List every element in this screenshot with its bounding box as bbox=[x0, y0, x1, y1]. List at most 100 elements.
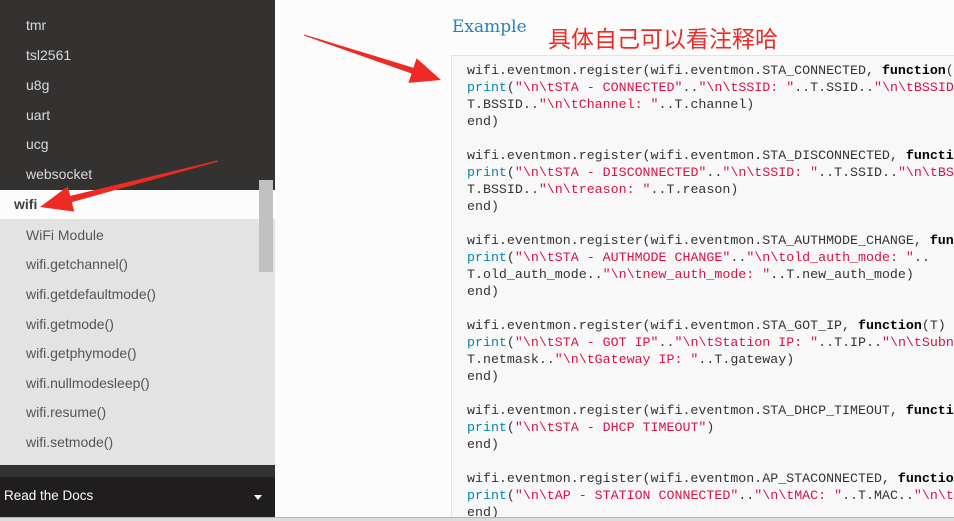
code-text: ( bbox=[506, 488, 515, 503]
code-string: "\n\tBS bbox=[897, 165, 954, 180]
code-text: .. bbox=[730, 250, 747, 265]
code-text: wifi.eventmon.register(wifi.eventmon.STA… bbox=[467, 403, 906, 418]
code-string: "\n\tSTA - GOT IP" bbox=[514, 335, 659, 350]
code-text: wifi.eventmon.register(wifi.eventmon.STA… bbox=[467, 148, 906, 163]
code-string: "\n\tSTA - AUTHMODE CHANGE" bbox=[514, 250, 731, 265]
code-text: ( bbox=[506, 335, 515, 350]
nav-menu: tm1829 tmr tsl2561 u8g uart ucg websocke… bbox=[0, 0, 275, 465]
code-text: wifi.eventmon.register(wifi.eventmon.STA… bbox=[467, 233, 930, 248]
sidebar: tm1829 tmr tsl2561 u8g uart ucg websocke… bbox=[0, 0, 275, 517]
code-text: ( bbox=[506, 80, 515, 95]
code-string: "\n\t bbox=[913, 488, 954, 503]
code-text: ..T.channel) bbox=[658, 97, 755, 112]
submenu-item-resume[interactable]: wifi.resume() bbox=[0, 398, 275, 428]
code-line: print("\n\tSTA - CONNECTED".."\n\tSSID: … bbox=[467, 79, 954, 96]
code-line: wifi.eventmon.register(wifi.eventmon.STA… bbox=[467, 147, 954, 164]
code-line: T.BSSID.."\n\treason: "..T.reason) bbox=[467, 181, 954, 198]
code-line: end) bbox=[467, 283, 954, 300]
code-line: print("\n\tSTA - GOT IP".."\n\tStation I… bbox=[467, 334, 954, 351]
code-text: wifi.eventmon.register(wifi.eventmon.STA… bbox=[467, 318, 858, 333]
code-keyword: functi bbox=[905, 403, 954, 418]
code-text: ..T.MAC.. bbox=[842, 488, 914, 503]
sidebar-item-tmr[interactable]: tmr bbox=[0, 11, 275, 41]
code-line: end) bbox=[467, 368, 954, 385]
code-text: end) bbox=[467, 437, 499, 452]
versions-label: Read the Docs bbox=[4, 488, 94, 503]
code-line: print("\n\tSTA - AUTHMODE CHANGE".."\n\t… bbox=[467, 249, 954, 266]
code-string: "\n\tGateway IP: " bbox=[554, 352, 699, 367]
code-line: end) bbox=[467, 113, 954, 130]
code-line: wifi.eventmon.register(wifi.eventmon.STA… bbox=[467, 232, 954, 249]
code-keyword: function bbox=[881, 63, 946, 78]
wifi-submenu: WiFi Module wifi.getchannel() wifi.getde… bbox=[0, 218, 275, 465]
code-string: "\n\tSubn bbox=[881, 335, 954, 350]
caret-down-icon bbox=[254, 495, 262, 500]
code-string: "\n\tSSID: " bbox=[698, 80, 795, 95]
code-builtin: print bbox=[467, 250, 507, 265]
code-string: "\n\tSTA - DISCONNECTED" bbox=[514, 165, 707, 180]
sidebar-item-ucg[interactable]: ucg bbox=[0, 130, 275, 160]
code-line: print("\n\tAP - STATION CONNECTED".."\n\… bbox=[467, 487, 954, 504]
sidebar-item-wifi-current[interactable]: wifi bbox=[0, 189, 275, 219]
submenu-item-setmode[interactable]: wifi.setmode() bbox=[0, 428, 275, 458]
code-text: ..T.new_auth_mode) bbox=[770, 267, 914, 282]
code-text: .. bbox=[913, 250, 930, 265]
section-heading-example: Example bbox=[452, 17, 527, 37]
versions-bar[interactable]: Read the Docs bbox=[0, 477, 275, 517]
code-text: end) bbox=[467, 199, 499, 214]
submenu-item-getmode[interactable]: wifi.getmode() bbox=[0, 310, 275, 340]
code-lines: wifi.eventmon.register(wifi.eventmon.STA… bbox=[467, 62, 954, 521]
code-builtin: print bbox=[467, 420, 507, 435]
code-line: wifi.eventmon.register(wifi.eventmon.STA… bbox=[467, 62, 954, 79]
code-text: .. bbox=[706, 165, 723, 180]
code-text: ) bbox=[706, 420, 715, 435]
submenu-item-wifi-module[interactable]: WiFi Module bbox=[0, 221, 275, 251]
sidebar-item-uart[interactable]: uart bbox=[0, 101, 275, 131]
annotation-note: 具体自己可以看注释哈 bbox=[548, 27, 778, 53]
code-string: "\n\tChannel: " bbox=[538, 97, 659, 112]
code-string: "\n\tMAC: " bbox=[754, 488, 843, 503]
code-line: wifi.eventmon.register(wifi.eventmon.AP_… bbox=[467, 470, 954, 487]
submenu-item-getchannel[interactable]: wifi.getchannel() bbox=[0, 250, 275, 280]
sidebar-item-tm1829[interactable]: tm1829 bbox=[0, 0, 275, 11]
code-builtin: print bbox=[467, 335, 507, 350]
code-string: "\n\tAP - STATION CONNECTED" bbox=[514, 488, 739, 503]
code-text: .. bbox=[682, 80, 699, 95]
sidebar-item-tsl2561[interactable]: tsl2561 bbox=[0, 41, 275, 71]
code-text: T.BSSID.. bbox=[467, 97, 539, 112]
submenu-item-getphymode[interactable]: wifi.getphymode() bbox=[0, 339, 275, 369]
sidebar-scrollbar-thumb[interactable] bbox=[259, 180, 273, 272]
code-line: wifi.eventmon.register(wifi.eventmon.STA… bbox=[467, 317, 954, 334]
code-text: end) bbox=[467, 369, 499, 384]
code-string: "\n\tBSSID bbox=[874, 80, 954, 95]
code-text: .. bbox=[738, 488, 755, 503]
submenu-item-nullmodesleep[interactable]: wifi.nullmodesleep() bbox=[0, 369, 275, 399]
code-string: "\n\tnew_auth_mode: " bbox=[602, 267, 771, 282]
code-text: ( bbox=[945, 63, 954, 78]
code-string: "\n\tSTA - CONNECTED" bbox=[514, 80, 683, 95]
code-text: T.netmask.. bbox=[467, 352, 555, 367]
code-line: end) bbox=[467, 198, 954, 215]
sidebar-item-u8g[interactable]: u8g bbox=[0, 71, 275, 101]
code-text: T.old_auth_mode.. bbox=[467, 267, 603, 282]
code-line: print("\n\tSTA - DISCONNECTED".."\n\tSSI… bbox=[467, 164, 954, 181]
code-text: (T) bbox=[921, 318, 946, 333]
code-text: T.BSSID.. bbox=[467, 182, 539, 197]
code-text: wifi.eventmon.register(wifi.eventmon.AP_… bbox=[467, 471, 898, 486]
code-text: ..T.SSID.. bbox=[794, 80, 874, 95]
sidebar-item-websocket[interactable]: websocket bbox=[0, 160, 275, 190]
code-string: "\n\treason: " bbox=[538, 182, 651, 197]
code-text: ..T.gateway) bbox=[698, 352, 795, 367]
code-line: wifi.eventmon.register(wifi.eventmon.STA… bbox=[467, 402, 954, 419]
code-line: end) bbox=[467, 436, 954, 453]
code-string: "\n\tSSID: " bbox=[722, 165, 819, 180]
code-text: ( bbox=[506, 250, 515, 265]
code-line: print("\n\tSTA - DHCP TIMEOUT") bbox=[467, 419, 954, 436]
submenu-item-getdefaultmode[interactable]: wifi.getdefaultmode() bbox=[0, 280, 275, 310]
code-text: ..T.IP.. bbox=[818, 335, 882, 350]
